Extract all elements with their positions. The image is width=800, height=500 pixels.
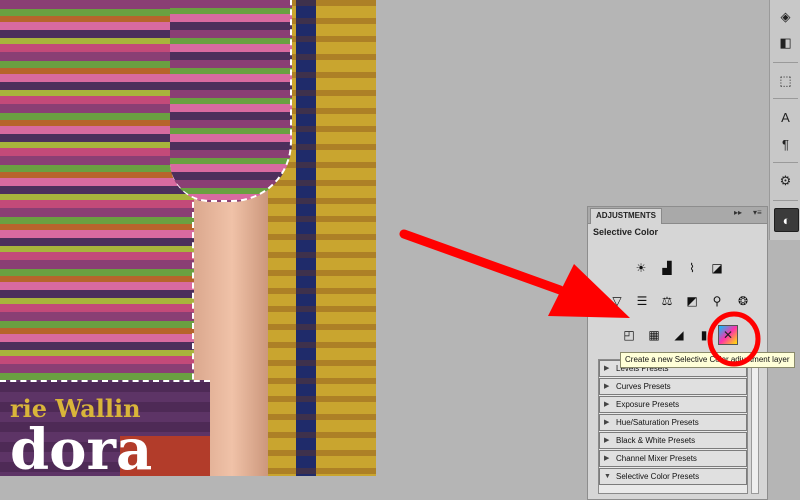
preset-curves[interactable]: ▶ Curves Presets bbox=[599, 378, 747, 395]
preset-exposure[interactable]: ▶ Exposure Presets bbox=[599, 396, 747, 413]
color-balance-icon[interactable]: ⚖ bbox=[658, 292, 676, 310]
tab-adjustments[interactable]: ADJUSTMENTS bbox=[590, 208, 663, 224]
character-icon[interactable]: A bbox=[774, 106, 797, 128]
hue-saturation-icon[interactable]: ☰ bbox=[633, 292, 651, 310]
knit-shirt-selection bbox=[0, 0, 194, 440]
panel-dock-strip: ◈ ◧ ⬚ A ¶ ⚙ ◐ bbox=[769, 0, 800, 240]
expand-arrow-icon: ▶ bbox=[604, 437, 610, 444]
levels-icon[interactable]: ▟ bbox=[658, 259, 676, 277]
selective-color-icon[interactable]: ✕ bbox=[718, 325, 738, 345]
toolbar-divider bbox=[773, 98, 798, 99]
document-canvas[interactable]: rie Wallin dora bbox=[0, 0, 376, 476]
preset-label: Curves Presets bbox=[616, 382, 671, 391]
invert-icon[interactable]: ◰ bbox=[620, 326, 638, 344]
vibrance-icon[interactable]: ▽ bbox=[608, 292, 626, 310]
presets-list: ▶ Levels Presets ▶ Curves Presets ▶ Expo… bbox=[598, 359, 748, 494]
panel-menu-icon[interactable]: ▾≡ bbox=[753, 208, 762, 217]
exposure-icon[interactable]: ◪ bbox=[708, 259, 726, 277]
collapse-panel-icon[interactable]: ▸▸ bbox=[734, 208, 742, 217]
toolbar-divider bbox=[773, 62, 798, 63]
transform-icon[interactable]: ⬚ bbox=[774, 70, 797, 92]
panel-tab-bar: ADJUSTMENTS ▸▸ ▾≡ bbox=[588, 207, 767, 224]
channel-mixer-icon[interactable]: ❂ bbox=[734, 292, 752, 310]
preset-label: Channel Mixer Presets bbox=[616, 454, 697, 463]
curves-icon[interactable]: ⌇ bbox=[683, 259, 701, 277]
expand-arrow-icon: ▶ bbox=[604, 455, 610, 462]
collapse-arrow-icon: ▼ bbox=[604, 473, 611, 480]
preset-label: Exposure Presets bbox=[616, 400, 680, 409]
3d-icon[interactable]: ◈ bbox=[774, 6, 797, 28]
preset-channel-mixer[interactable]: ▶ Channel Mixer Presets bbox=[599, 450, 747, 467]
preset-hue-saturation[interactable]: ▶ Hue/Saturation Presets bbox=[599, 414, 747, 431]
clone-source-icon[interactable]: ⚙ bbox=[774, 170, 797, 192]
paragraph-icon[interactable]: ¶ bbox=[774, 133, 797, 155]
panel-scrollbar[interactable] bbox=[751, 359, 759, 494]
toolbar-divider bbox=[773, 162, 798, 163]
photo-filter-icon[interactable]: ⚲ bbox=[708, 292, 726, 310]
adjustment-layers-icon[interactable]: ◧ bbox=[774, 32, 797, 54]
posterize-icon[interactable]: ▦ bbox=[645, 326, 663, 344]
panel-title: Selective Color bbox=[593, 227, 659, 237]
magazine-text-line2: dora bbox=[10, 417, 153, 476]
toolbar-divider bbox=[773, 200, 798, 201]
gradient-map-icon[interactable]: ▮ bbox=[695, 326, 713, 344]
preset-label: Black & White Presets bbox=[616, 436, 696, 445]
expand-arrow-icon: ▶ bbox=[604, 383, 610, 390]
sleeve-selection bbox=[170, 0, 292, 202]
black-white-icon[interactable]: ◩ bbox=[683, 292, 701, 310]
adjustments-panel-icon[interactable]: ◐ bbox=[774, 208, 799, 232]
expand-arrow-icon: ▶ bbox=[604, 419, 610, 426]
preset-label: Hue/Saturation Presets bbox=[616, 418, 699, 427]
expand-arrow-icon: ▶ bbox=[604, 401, 610, 408]
preset-black-white[interactable]: ▶ Black & White Presets bbox=[599, 432, 747, 449]
preset-label: Selective Color Presets bbox=[616, 472, 700, 481]
preset-selective-color[interactable]: ▼ Selective Color Presets bbox=[599, 468, 747, 485]
brightness-contrast-icon[interactable]: ☀ bbox=[632, 259, 650, 277]
threshold-icon[interactable]: ◢ bbox=[670, 326, 688, 344]
expand-arrow-icon: ▶ bbox=[604, 365, 610, 372]
tooltip: Create a new Selective Color adjustment … bbox=[620, 352, 795, 368]
